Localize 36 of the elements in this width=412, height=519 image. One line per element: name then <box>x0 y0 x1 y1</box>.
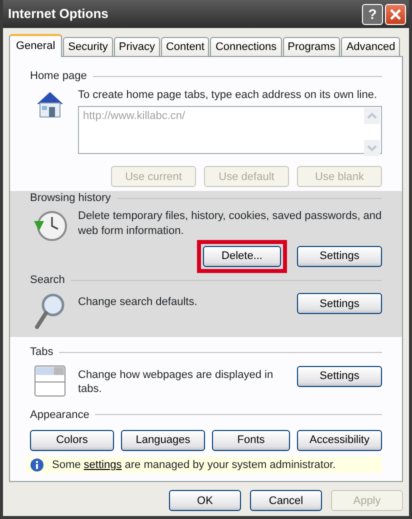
close-button[interactable] <box>385 4 406 24</box>
section-title: Tabs <box>30 345 54 360</box>
button[interactable]: Settings <box>297 366 382 387</box>
section-title: Search <box>30 273 65 288</box>
description-text: To create home page tabs, type each address on its own line. <box>78 88 378 102</box>
tab[interactable]: Advanced <box>341 37 400 56</box>
settings-link[interactable]: settings <box>84 458 122 471</box>
button[interactable]: Cancel <box>250 490 322 512</box>
button[interactable]: Settings <box>297 293 382 314</box>
button[interactable]: OK <box>169 490 241 512</box>
tab[interactable]: Privacy <box>114 37 160 56</box>
window-icon <box>33 364 67 398</box>
clock-icon <box>32 209 68 244</box>
button[interactable]: Settings <box>297 246 382 268</box>
tab[interactable]: Content <box>160 37 210 56</box>
button[interactable]: Fonts <box>212 430 290 451</box>
description-text: Change how webpages are displayed in tabs. <box>78 368 274 396</box>
button[interactable]: Colors <box>30 430 114 451</box>
info-icon <box>30 458 44 472</box>
button[interactable]: Delete... <box>203 246 281 268</box>
tab[interactable]: General <box>9 34 62 58</box>
tab[interactable]: Programs <box>282 37 340 56</box>
description-text: Delete temporary files, history, cookies, saved passwords, and web form information. <box>78 209 382 238</box>
search-icon <box>33 291 67 332</box>
window-title: Internet Options <box>8 6 110 22</box>
tab[interactable]: Connections <box>210 37 282 56</box>
section-title: Home page <box>30 69 87 84</box>
button[interactable]: Accessibility <box>297 430 382 451</box>
section-title: Browsing history <box>30 191 111 206</box>
tab[interactable]: Security <box>63 37 113 56</box>
close-icon[interactable] <box>390 8 401 20</box>
info-message: Some settings are managed by your system administrator. <box>52 458 336 472</box>
help-button[interactable]: ? <box>362 4 383 24</box>
description-text: Change search defaults. <box>78 295 198 310</box>
section-title: Appearance <box>30 408 90 422</box>
button[interactable]: Languages <box>121 430 205 451</box>
